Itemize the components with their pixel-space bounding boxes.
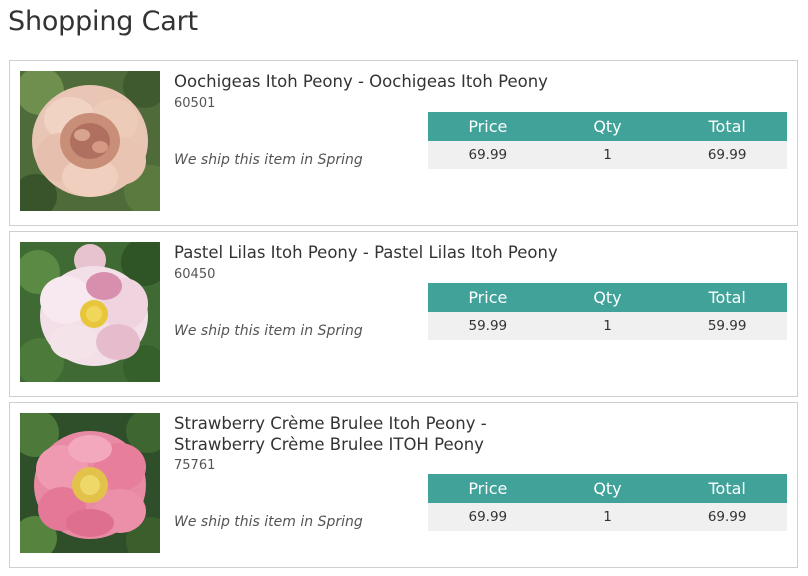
product-image[interactable]: [20, 242, 160, 382]
product-name-link[interactable]: Pastel Lilas Itoh Peony - Pastel Lilas I…: [174, 242, 574, 263]
product-sku: 75761: [174, 458, 216, 473]
page-title: Shopping Cart: [8, 6, 198, 37]
qty-value: 1: [547, 141, 668, 169]
ship-note: We ship this item in Spring: [174, 514, 363, 530]
price-table: Price Qty Total 59.99 1 59.99: [428, 283, 787, 340]
qty-header: Qty: [547, 474, 668, 503]
qty-value: 1: [547, 312, 668, 340]
price-header: Price: [428, 474, 548, 503]
cart-item: Oochigeas Itoh Peony - Oochigeas Itoh Pe…: [9, 60, 798, 226]
ship-note: We ship this item in Spring: [174, 323, 363, 339]
total-value: 69.99: [667, 503, 787, 531]
product-sku: 60450: [174, 267, 216, 282]
table-row: 69.99 1 69.99: [428, 141, 787, 169]
cart-item: Strawberry Crème Brulee Itoh Peony - Str…: [9, 402, 798, 568]
price-header: Price: [428, 112, 548, 141]
price-value: 59.99: [428, 312, 548, 340]
price-table: Price Qty Total 69.99 1 69.99: [428, 474, 787, 531]
total-header: Total: [667, 283, 787, 312]
product-image[interactable]: [20, 413, 160, 553]
price-value: 69.99: [428, 503, 548, 531]
product-image[interactable]: [20, 71, 160, 211]
total-header: Total: [667, 474, 787, 503]
table-row: 69.99 1 69.99: [428, 503, 787, 531]
product-name-link[interactable]: Strawberry Crème Brulee Itoh Peony - Str…: [174, 413, 574, 455]
price-table: Price Qty Total 69.99 1 69.99: [428, 112, 787, 169]
qty-header: Qty: [547, 283, 668, 312]
product-name-link[interactable]: Oochigeas Itoh Peony - Oochigeas Itoh Pe…: [174, 71, 574, 92]
total-value: 69.99: [667, 141, 787, 169]
qty-header: Qty: [547, 112, 668, 141]
product-sku: 60501: [174, 96, 216, 111]
table-row: 59.99 1 59.99: [428, 312, 787, 340]
ship-note: We ship this item in Spring: [174, 152, 363, 168]
price-value: 69.99: [428, 141, 548, 169]
qty-value: 1: [547, 503, 668, 531]
total-header: Total: [667, 112, 787, 141]
price-header: Price: [428, 283, 548, 312]
cart-item: Pastel Lilas Itoh Peony - Pastel Lilas I…: [9, 231, 798, 397]
total-value: 59.99: [667, 312, 787, 340]
